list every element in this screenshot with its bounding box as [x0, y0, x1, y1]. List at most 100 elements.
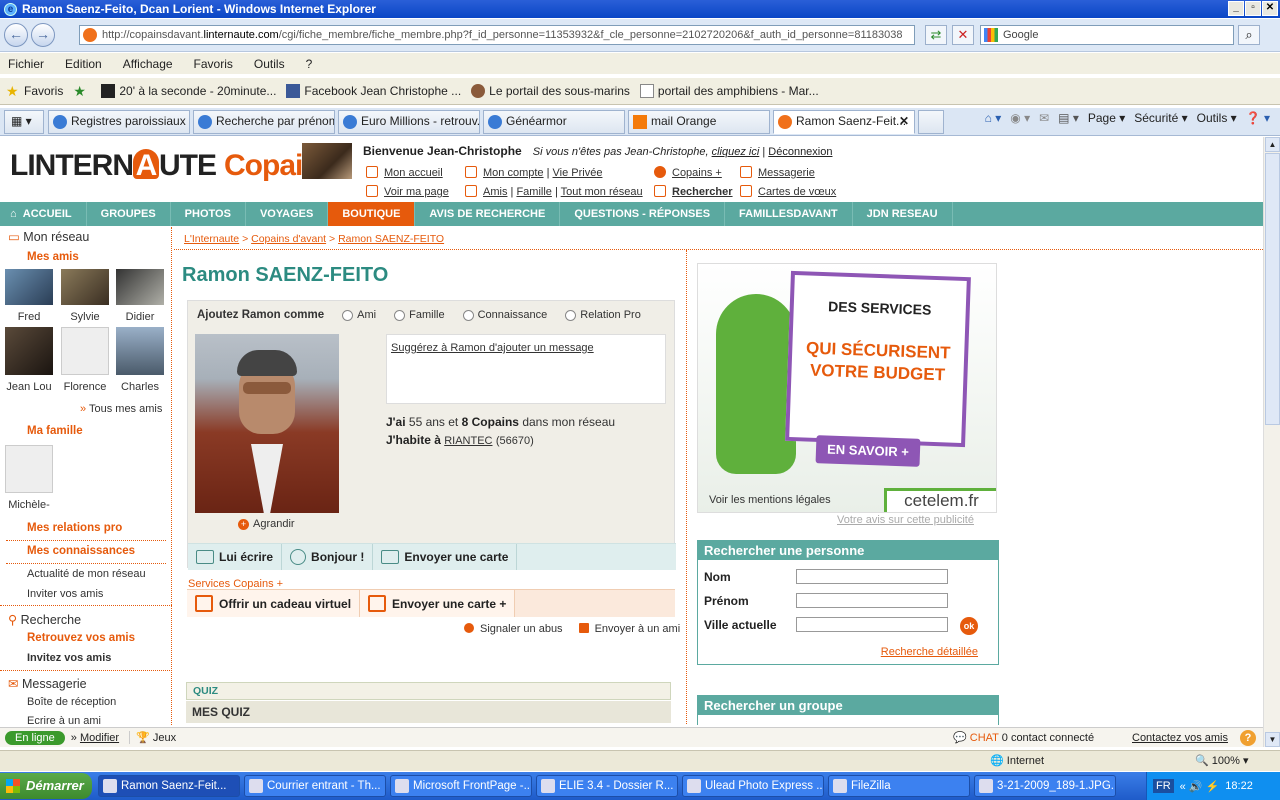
- offrir-cadeau-button[interactable]: Offrir un cadeau virtuel: [187, 590, 361, 617]
- friend-card[interactable]: Didier: [115, 269, 165, 323]
- ville-field[interactable]: [796, 617, 948, 632]
- scroll-up-icon[interactable]: ▲: [1265, 137, 1280, 152]
- help-icon[interactable]: ?: [1240, 729, 1256, 746]
- quick-tabs-button[interactable]: ▦ ▾: [4, 110, 44, 134]
- stop-icon[interactable]: ✕: [952, 25, 974, 45]
- nav-questions-reponses[interactable]: QUESTIONS - RÉPONSES: [560, 202, 726, 226]
- tout-mon-reseau-link[interactable]: Tout mon réseau: [561, 186, 643, 198]
- add-favorite-button[interactable]: ★: [73, 84, 91, 98]
- taskbar-item[interactable]: FileZilla: [828, 775, 970, 797]
- radio-ami[interactable]: Ami: [342, 309, 376, 321]
- mon-compte-link[interactable]: Mon compte: [483, 167, 544, 179]
- menu-outils[interactable]: Outils: [254, 57, 285, 71]
- menu-help[interactable]: ?: [306, 57, 313, 71]
- recherche-detaillee-link[interactable]: Recherche détaillée: [881, 646, 978, 658]
- tab[interactable]: Registres paroissiaux ...: [48, 110, 190, 134]
- tab[interactable]: Recherche par prénom...: [193, 110, 335, 134]
- friend-card[interactable]: Fred: [4, 269, 54, 323]
- envoyer-carte-button[interactable]: Envoyer une carte: [373, 544, 518, 570]
- famille-link[interactable]: Famille: [516, 186, 551, 198]
- suggest-message-link[interactable]: Suggérez à Ramon d'ajouter un message: [391, 342, 594, 354]
- radio-connaissance[interactable]: Connaissance: [462, 309, 547, 321]
- maximize-button[interactable]: ▫: [1245, 1, 1261, 16]
- nav-famillesdavant[interactable]: FAMILLESDAVANT: [725, 202, 853, 226]
- radio-relation-pro[interactable]: Relation Pro: [565, 309, 641, 321]
- nav-accueil[interactable]: ⌂ ACCUEIL: [0, 202, 87, 226]
- logout-link[interactable]: Déconnexion: [768, 146, 832, 158]
- favorite-item[interactable]: 20' à la seconde - 20minute...: [101, 84, 276, 98]
- chat-button[interactable]: 💬 CHAT 0 contact connecté: [953, 731, 1094, 744]
- start-button[interactable]: Démarrer: [0, 773, 92, 799]
- home-icon[interactable]: ⌂ ▾: [985, 111, 1002, 125]
- new-tab-button[interactable]: [918, 110, 944, 134]
- nav-avis-recherche[interactable]: AVIS DE RECHERCHE: [415, 202, 561, 226]
- taskbar-item[interactable]: ELIE 3.4 - Dossier R...: [536, 775, 678, 797]
- search-icon[interactable]: ⌕: [1238, 25, 1260, 45]
- search-input[interactable]: Google: [980, 25, 1234, 45]
- user-avatar[interactable]: [302, 143, 352, 179]
- page-menu[interactable]: Page ▾: [1088, 111, 1125, 125]
- recherche-heading[interactable]: ⚲ Recherche: [8, 612, 81, 627]
- mentions-legales-link[interactable]: Voir les mentions légales: [709, 494, 831, 506]
- mes-amis-link[interactable]: Mes amis: [27, 251, 79, 263]
- tab[interactable]: Euro Millions - retrouv...: [338, 110, 480, 134]
- click-here-link[interactable]: cliquez ici: [712, 146, 760, 158]
- modifier-link[interactable]: Modifier: [80, 732, 119, 744]
- rechercher-link[interactable]: Rechercher: [672, 186, 733, 198]
- inviter-link[interactable]: Inviter vos amis: [27, 588, 103, 600]
- site-logo[interactable]: LINTERNAUTE Copains: [10, 149, 336, 183]
- actualite-link[interactable]: Actualité de mon réseau: [27, 568, 146, 580]
- back-button[interactable]: ←: [4, 23, 28, 47]
- friend-card[interactable]: Jean Lou: [4, 327, 54, 393]
- profile-photo[interactable]: [195, 334, 339, 513]
- tab[interactable]: mail Orange: [628, 110, 770, 134]
- ma-famille-link[interactable]: Ma famille: [27, 425, 83, 437]
- forward-button[interactable]: →: [31, 23, 55, 47]
- menu-edition[interactable]: Edition: [65, 57, 102, 71]
- close-window-button[interactable]: ✕: [1262, 1, 1278, 16]
- cartes-voeux-link[interactable]: Cartes de vœux: [758, 186, 836, 198]
- close-tab-icon[interactable]: ✕: [899, 111, 909, 132]
- mail-icon[interactable]: ✉: [1039, 111, 1049, 125]
- language-indicator[interactable]: FR: [1153, 779, 1174, 793]
- tous-mes-amis-link[interactable]: » Tous mes amis: [80, 403, 162, 415]
- tab-active[interactable]: Ramon Saenz-Feit... ✕: [773, 110, 915, 134]
- lui-ecrire-button[interactable]: Lui écrire: [188, 544, 283, 570]
- boite-reception-link[interactable]: Boîte de réception: [27, 696, 116, 708]
- favorites-button[interactable]: ★ Favoris: [6, 84, 63, 98]
- tools-menu[interactable]: Outils ▾: [1197, 111, 1237, 125]
- zoom-control[interactable]: 🔍 100% ▾: [1195, 754, 1248, 767]
- bonjour-button[interactable]: Bonjour !: [282, 544, 374, 570]
- tray-icons[interactable]: « 🔊 ⚡: [1180, 780, 1220, 793]
- menu-fichier[interactable]: Fichier: [8, 57, 44, 71]
- radio-famille[interactable]: Famille: [394, 309, 445, 321]
- avis-pub-link[interactable]: Votre avis sur cette publicité: [837, 514, 974, 526]
- signaler-abus-link[interactable]: Signaler un abus: [464, 623, 563, 635]
- friend-card[interactable]: Florence: [60, 327, 110, 393]
- agrandir-link[interactable]: + Agrandir: [238, 518, 295, 530]
- favorite-item[interactable]: Le portail des sous-marins: [471, 84, 630, 98]
- favorite-item[interactable]: portail des amphibiens - Mar...: [639, 84, 819, 98]
- scroll-down-icon[interactable]: ▼: [1265, 732, 1280, 747]
- envoyer-ami-link[interactable]: Envoyer à un ami: [578, 623, 680, 635]
- city-link[interactable]: RIANTEC: [444, 435, 492, 447]
- envoyer-carte-plus-button[interactable]: Envoyer une carte +: [360, 590, 516, 617]
- contactez-amis-link[interactable]: Contactez vos amis: [1132, 732, 1228, 744]
- refresh-icon[interactable]: ⇄: [925, 25, 947, 45]
- security-menu[interactable]: Sécurité ▾: [1134, 111, 1187, 125]
- friend-card[interactable]: Sylvie: [60, 269, 110, 323]
- nom-field[interactable]: [796, 569, 948, 584]
- ok-button[interactable]: ok: [960, 617, 978, 635]
- mon-accueil-link[interactable]: Mon accueil: [384, 167, 443, 179]
- tab[interactable]: Généarmor: [483, 110, 625, 134]
- favorite-item[interactable]: Facebook Jean Christophe ...: [286, 84, 461, 98]
- menu-favoris[interactable]: Favoris: [194, 57, 233, 71]
- online-status-button[interactable]: En ligne: [5, 730, 65, 745]
- retrouvez-link[interactable]: Retrouvez vos amis: [27, 632, 135, 644]
- nav-photos[interactable]: PHOTOS: [171, 202, 246, 226]
- nav-boutique[interactable]: BOUTIQUE: [328, 202, 416, 226]
- taskbar-item[interactable]: Ramon Saenz-Feit...: [98, 775, 240, 797]
- menu-affichage[interactable]: Affichage: [123, 57, 173, 71]
- vertical-scrollbar[interactable]: ▲ ▼: [1263, 137, 1280, 747]
- copains-plus-link[interactable]: Copains +: [672, 167, 722, 179]
